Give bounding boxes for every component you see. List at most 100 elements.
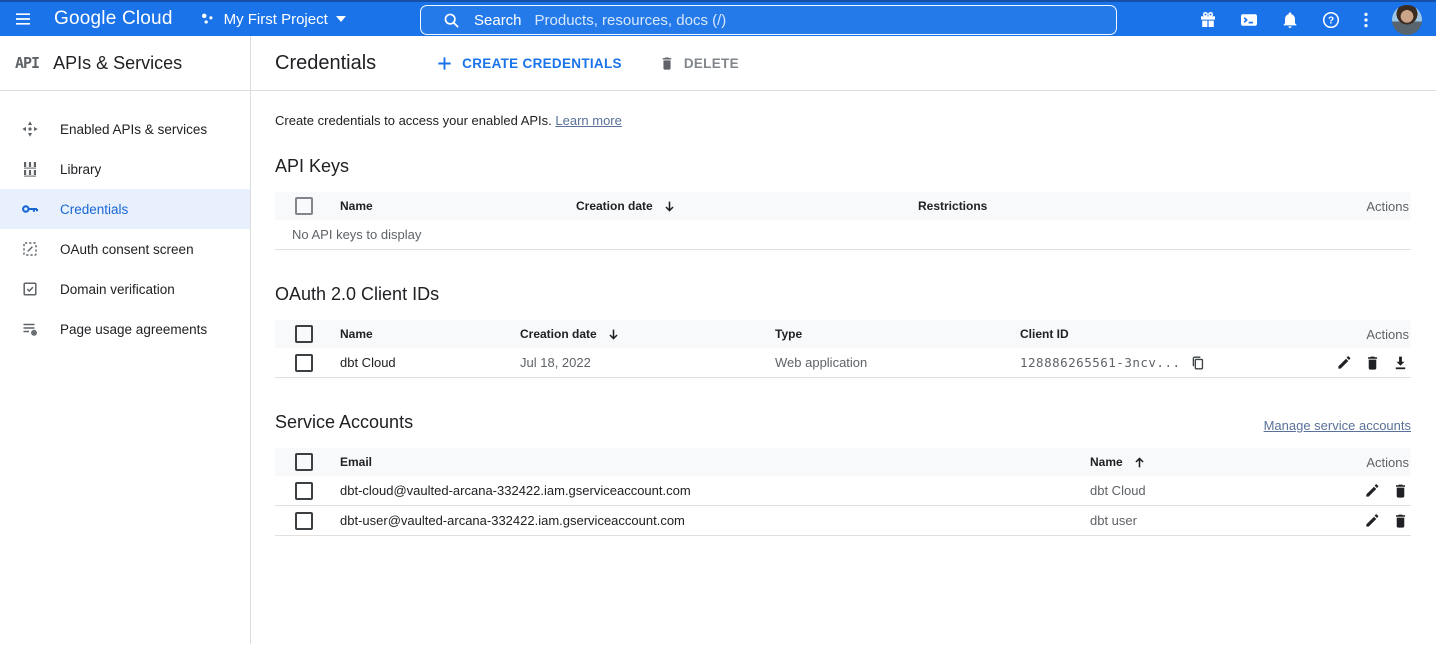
- delete-trash-icon[interactable]: [1364, 354, 1381, 371]
- learn-more-link[interactable]: Learn more: [555, 113, 621, 128]
- service-accounts-table: Email Name Actions dbt-cloud@vaulted-arc…: [275, 448, 1411, 536]
- explore-icon: [21, 120, 39, 138]
- row-actions: [1336, 482, 1411, 499]
- intro-text: Create credentials to access your enable…: [275, 113, 1411, 128]
- table-row: dbt Cloud Jul 18, 2022 Web application 1…: [275, 348, 1411, 378]
- consent-screen-icon: [21, 240, 39, 258]
- edit-pencil-icon[interactable]: [1364, 482, 1381, 499]
- project-name: My First Project: [224, 11, 328, 28]
- delete-label: DELETE: [684, 56, 739, 71]
- sidebar-item-label: Domain verification: [60, 282, 175, 297]
- cloud-shell-icon[interactable]: [1240, 11, 1258, 29]
- oauth-table-header: Name Creation date Type Client ID Action…: [275, 320, 1411, 348]
- sidebar-item-oauth-consent[interactable]: OAuth consent screen: [0, 229, 250, 269]
- col-name-label: Name: [1090, 455, 1123, 469]
- sidebar-item-credentials[interactable]: Credentials: [0, 189, 250, 229]
- col-actions: Actions: [1291, 327, 1411, 342]
- select-all-checkbox[interactable]: [295, 453, 313, 471]
- search-label: Search: [474, 12, 522, 29]
- search-icon: [443, 12, 460, 29]
- sidebar-item-label: OAuth consent screen: [60, 242, 194, 257]
- delete-trash-icon[interactable]: [1392, 482, 1409, 499]
- table-row: dbt-user@vaulted-arcana-332422.iam.gserv…: [275, 506, 1411, 536]
- api-logo-glyph: API: [15, 54, 39, 72]
- page-title: Credentials: [275, 52, 376, 75]
- col-creation-date[interactable]: Creation date: [576, 199, 918, 213]
- oauth-title: OAuth 2.0 Client IDs: [275, 284, 1411, 305]
- service-account-email: dbt-user@vaulted-arcana-332422.iam.gserv…: [340, 513, 1090, 528]
- menu-icon[interactable]: [0, 1, 46, 37]
- col-client-id[interactable]: Client ID: [1020, 327, 1291, 341]
- sidebar-item-label: Credentials: [60, 202, 128, 217]
- help-icon[interactable]: ?: [1322, 11, 1340, 29]
- select-all-checkbox[interactable]: [295, 325, 313, 343]
- topbar-actions: ?: [1199, 2, 1436, 38]
- sort-desc-arrow-icon: [607, 328, 620, 341]
- sidebar-nav: Enabled APIs & services Library Credenti…: [0, 91, 250, 349]
- col-name[interactable]: Name: [1090, 455, 1336, 469]
- api-keys-table-header: Name Creation date Restrictions Actions: [275, 192, 1411, 220]
- row-checkbox[interactable]: [295, 512, 313, 530]
- service-accounts-title: Service Accounts: [275, 412, 413, 433]
- notifications-bell-icon[interactable]: [1281, 11, 1299, 29]
- row-actions: [1291, 354, 1411, 371]
- sort-asc-arrow-icon: [1133, 456, 1146, 469]
- sidebar-header: API APIs & Services: [0, 36, 250, 91]
- project-icon: [199, 11, 216, 28]
- oauth-client-id-value: 128886265561-3ncv...: [1020, 355, 1181, 370]
- col-creation-date[interactable]: Creation date: [520, 327, 775, 341]
- sidebar-item-page-usage-agreements[interactable]: Page usage agreements: [0, 309, 250, 349]
- svg-text:?: ?: [1328, 16, 1334, 27]
- project-switcher[interactable]: My First Project: [199, 11, 346, 28]
- delete-button[interactable]: DELETE: [659, 55, 739, 71]
- col-email[interactable]: Email: [340, 455, 1090, 469]
- select-all-checkbox[interactable]: [295, 197, 313, 215]
- google-cloud-logo[interactable]: Google Cloud: [54, 8, 173, 30]
- row-checkbox[interactable]: [295, 482, 313, 500]
- main-panel: Credentials CREATE CREDENTIALS DELETE Cr…: [251, 36, 1436, 644]
- delete-trash-icon[interactable]: [1392, 512, 1409, 529]
- col-actions: Actions: [1281, 199, 1411, 214]
- agreements-icon: [21, 320, 39, 338]
- edit-pencil-icon[interactable]: [1336, 354, 1353, 371]
- free-trial-gift-icon[interactable]: [1199, 11, 1217, 29]
- sort-desc-arrow-icon: [663, 200, 676, 213]
- col-restrictions[interactable]: Restrictions: [918, 199, 1281, 213]
- row-checkbox[interactable]: [295, 354, 313, 372]
- more-options-kebab-icon[interactable]: [1363, 11, 1369, 29]
- create-credentials-button[interactable]: CREATE CREDENTIALS: [436, 55, 622, 72]
- service-accounts-table-header: Email Name Actions: [275, 448, 1411, 476]
- oauth-client-name: dbt Cloud: [340, 355, 520, 370]
- create-credentials-label: CREATE CREDENTIALS: [462, 56, 622, 71]
- col-type[interactable]: Type: [775, 327, 1020, 341]
- sidebar-item-label: Library: [60, 162, 101, 177]
- plus-icon: [436, 55, 453, 72]
- api-keys-title: API Keys: [275, 156, 1411, 177]
- top-bar: Google Cloud My First Project Search Pro…: [0, 0, 1436, 36]
- edit-pencil-icon[interactable]: [1364, 512, 1381, 529]
- col-name[interactable]: Name: [340, 327, 520, 341]
- search-input[interactable]: Search Products, resources, docs (/): [420, 5, 1117, 35]
- sidebar-item-domain-verification[interactable]: Domain verification: [0, 269, 250, 309]
- download-icon[interactable]: [1392, 354, 1409, 371]
- domain-verification-icon: [21, 280, 39, 298]
- key-icon: [21, 200, 39, 218]
- col-name[interactable]: Name: [340, 199, 576, 213]
- search-placeholder: Products, resources, docs (/): [535, 12, 727, 29]
- service-account-name: dbt user: [1090, 513, 1336, 528]
- sidebar-item-label: Page usage agreements: [60, 322, 207, 337]
- col-actions: Actions: [1336, 455, 1411, 470]
- api-keys-empty-message: No API keys to display: [275, 220, 1411, 250]
- row-actions: [1336, 512, 1411, 529]
- trash-icon: [659, 55, 675, 71]
- service-account-name: dbt Cloud: [1090, 483, 1336, 498]
- sidebar-item-enabled-apis[interactable]: Enabled APIs & services: [0, 109, 250, 149]
- sidebar-item-library[interactable]: Library: [0, 149, 250, 189]
- service-account-email: dbt-cloud@vaulted-arcana-332422.iam.gser…: [340, 483, 1090, 498]
- avatar[interactable]: [1392, 5, 1422, 35]
- library-icon: [21, 160, 39, 178]
- col-creation-date-label: Creation date: [576, 199, 653, 213]
- manage-service-accounts-link[interactable]: Manage service accounts: [1264, 418, 1411, 433]
- intro-sentence: Create credentials to access your enable…: [275, 113, 555, 128]
- copy-icon[interactable]: [1190, 355, 1206, 371]
